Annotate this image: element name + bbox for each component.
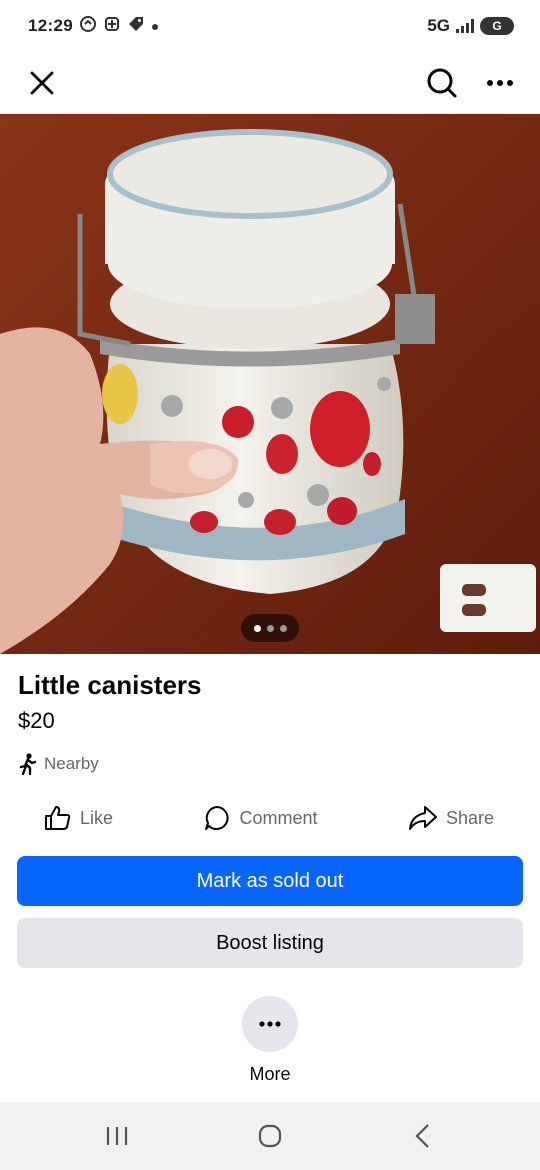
notification-icon <box>79 15 97 38</box>
carousel-dot <box>253 624 261 632</box>
home-icon <box>258 1124 282 1148</box>
status-left: 12:29 <box>28 15 159 38</box>
product-photo[interactable] <box>0 114 540 654</box>
nfc-icon <box>103 15 121 38</box>
comment-icon <box>205 806 229 830</box>
more-button[interactable] <box>242 996 298 1052</box>
battery-icon: G <box>480 17 514 35</box>
listing-page: 12:29 5G G Little canisters $20 Nearby L… <box>0 0 540 1170</box>
like-label: Like <box>80 807 114 828</box>
listing-price: $20 <box>18 708 55 733</box>
signal-icon <box>456 19 474 33</box>
recent-apps-icon <box>106 1127 127 1145</box>
product-photo-image <box>0 114 540 654</box>
more-horizontal-icon <box>259 1021 281 1027</box>
search-icon <box>427 68 457 97</box>
mark-as-sold-out-button[interactable]: Mark as sold out <box>17 856 523 906</box>
close-button[interactable] <box>20 61 64 105</box>
carousel-dot <box>266 624 274 632</box>
recent-apps-button[interactable] <box>87 1106 147 1166</box>
battery-label: G <box>492 19 502 33</box>
like-button[interactable]: Like <box>44 805 113 831</box>
action-bar: Like Comment Share <box>0 796 540 840</box>
comment-label: Comment <box>239 807 318 828</box>
more-section: More <box>0 996 540 1085</box>
location-row[interactable]: Nearby <box>18 753 99 775</box>
header-right <box>420 61 522 105</box>
status-time: 12:29 <box>28 16 73 35</box>
carousel-dot <box>279 624 287 632</box>
location-label: Nearby <box>44 754 99 773</box>
walking-person-icon <box>19 753 37 775</box>
close-icon <box>30 71 54 94</box>
search-button[interactable] <box>420 61 464 105</box>
app-header <box>0 52 540 114</box>
system-navigation-bar <box>0 1102 540 1170</box>
comment-button[interactable]: Comment <box>203 804 318 832</box>
home-button[interactable] <box>240 1106 300 1166</box>
more-label: More <box>249 1064 291 1084</box>
carousel-indicator[interactable] <box>241 614 299 642</box>
back-button[interactable] <box>393 1106 453 1166</box>
status-right: 5G G <box>427 16 514 36</box>
dot-icon <box>151 16 159 36</box>
thumbs-up-icon <box>45 806 71 830</box>
more-horizontal-icon <box>487 79 513 86</box>
more-options-button[interactable] <box>478 61 522 105</box>
share-label: Share <box>445 807 494 828</box>
tag-icon <box>127 15 145 38</box>
share-icon <box>408 806 437 830</box>
network-label: 5G <box>427 16 450 35</box>
boost-listing-button[interactable]: Boost listing <box>17 918 523 968</box>
listing-title: Little canisters <box>18 670 202 700</box>
back-icon <box>415 1124 430 1148</box>
share-button[interactable]: Share <box>408 805 494 831</box>
status-bar: 12:29 5G G <box>0 0 540 52</box>
